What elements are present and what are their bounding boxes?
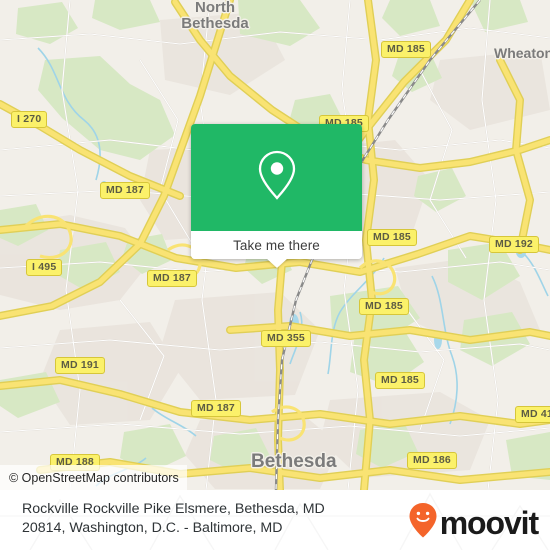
- address-line-1: Rockville Rockville Pike Elsmere, Bethes…: [22, 501, 325, 517]
- location-pin-icon: [255, 149, 299, 206]
- moovit-smiley-pin-icon: [408, 501, 438, 544]
- road-shield: I 270: [11, 111, 48, 128]
- road-shield: MD 185: [359, 298, 409, 315]
- take-me-there-label: Take me there: [233, 237, 320, 253]
- road-shield: MD 186: [407, 452, 457, 469]
- road-shield: MD 192: [489, 236, 539, 253]
- map-canvas[interactable]: North Bethesda Wheaton Bethesda MD 185 MD…: [0, 0, 550, 490]
- road-shield: MD 185: [375, 372, 425, 389]
- road-shield: MD 410: [515, 406, 550, 423]
- osm-attribution-text: © OpenStreetMap contributors: [9, 470, 179, 485]
- moovit-map-screenshot: North Bethesda Wheaton Bethesda MD 185 MD…: [0, 0, 550, 550]
- osm-attribution[interactable]: © OpenStreetMap contributors: [0, 465, 187, 490]
- road-shield: MD 355: [261, 330, 311, 347]
- take-me-there-button[interactable]: Take me there: [191, 231, 362, 259]
- place-popup-card[interactable]: Take me there: [191, 124, 362, 268]
- road-shield: MD 191: [55, 357, 105, 374]
- card-pin-area: [191, 124, 362, 231]
- road-shield: MD 187: [191, 400, 241, 417]
- road-shield: I 495: [26, 259, 63, 276]
- road-shield: MD 187: [147, 270, 197, 287]
- road-shield: MD 185: [367, 229, 417, 246]
- card-pointer-tail: [265, 258, 288, 268]
- road-shield: MD 187: [100, 182, 150, 199]
- moovit-logo[interactable]: moovit: [408, 501, 539, 544]
- place-address: Rockville Rockville Pike Elsmere, Bethes…: [22, 500, 392, 538]
- footer-bar: Rockville Rockville Pike Elsmere, Bethes…: [0, 490, 550, 550]
- address-line-2: 20814, Washington, D.C. - Baltimore, MD: [22, 520, 283, 536]
- road-shield: MD 185: [381, 41, 431, 58]
- moovit-wordmark: moovit: [439, 504, 539, 541]
